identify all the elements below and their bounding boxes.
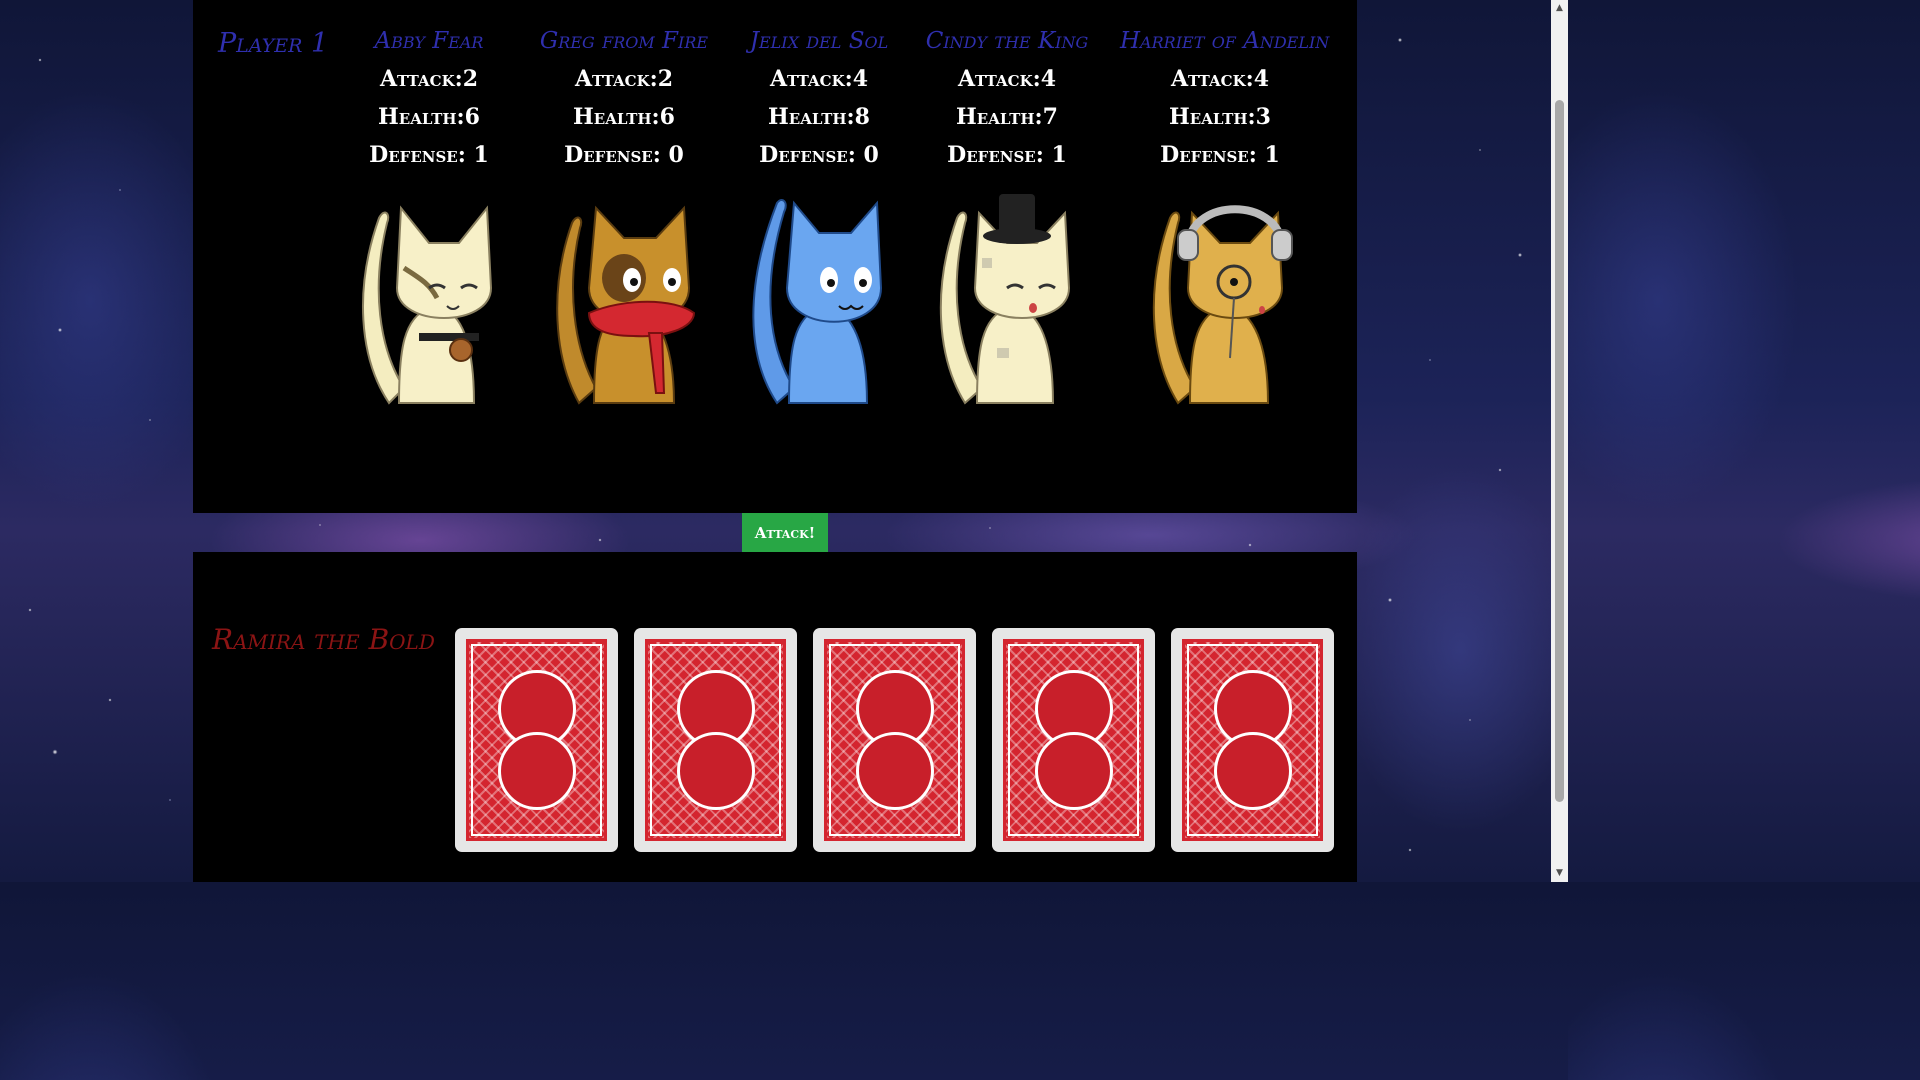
unit-name: Greg from Fire <box>539 28 709 54</box>
unit-attack: Attack:2 <box>379 66 479 92</box>
scroll-down-arrow-icon[interactable]: ▼ <box>1551 865 1568 882</box>
unit-card-abby-fear[interactable]: Abby Fear Attack:2 Health:6 Defense: 1 <box>329 22 529 413</box>
enemy-card-back[interactable] <box>455 628 618 852</box>
unit-health: Health:8 <box>768 104 870 130</box>
unit-card-harriet-of-andelin[interactable]: Harriet of Andelin Attack:4 Health:3 Def… <box>1120 22 1330 413</box>
unit-defense: Defense: 1 <box>947 142 1067 168</box>
unit-card-cindy-the-king[interactable]: Cindy the King Attack:4 Health:7 Defense… <box>907 22 1107 413</box>
orange-cat-with-red-scarf-icon[interactable] <box>544 188 704 413</box>
vertical-scrollbar[interactable]: ▲ ▼ <box>1551 0 1568 882</box>
unit-card-jelix-del-sol[interactable]: Jelix del Sol Attack:4 Health:8 Defense:… <box>719 22 919 413</box>
unit-card-greg-from-fire[interactable]: Greg from Fire Attack:2 Health:6 Defense… <box>524 22 724 413</box>
unit-health: Health:3 <box>1169 104 1271 130</box>
unit-defense: Defense: 0 <box>759 142 879 168</box>
enemy-card-back[interactable] <box>634 628 797 852</box>
blue-cat-icon[interactable] <box>739 188 899 413</box>
card-back-icon <box>466 639 607 841</box>
unit-attack: Attack:2 <box>574 66 674 92</box>
unit-name: Cindy the King <box>925 28 1089 54</box>
attack-button[interactable]: Attack! <box>742 513 828 552</box>
unit-attack: Attack:4 <box>1170 66 1270 92</box>
orange-cat-with-headphones-and-monocle-icon[interactable] <box>1140 188 1300 413</box>
unit-defense: Defense: 1 <box>1160 142 1280 168</box>
unit-health: Health:6 <box>573 104 675 130</box>
player-label: Player 1 <box>218 28 329 59</box>
cream-cat-with-top-hat-icon[interactable] <box>927 188 1087 413</box>
unit-name: Abby Fear <box>374 28 484 54</box>
unit-defense: Defense: 0 <box>564 142 684 168</box>
scrollbar-thumb[interactable] <box>1555 100 1564 802</box>
unit-defense: Defense: 1 <box>369 142 489 168</box>
unit-attack: Attack:4 <box>957 66 1057 92</box>
cream-tabby-cat-with-bell-collar-icon[interactable] <box>349 188 509 413</box>
scroll-up-arrow-icon[interactable]: ▲ <box>1551 0 1568 17</box>
card-back-icon <box>1182 639 1323 841</box>
unit-health: Health:7 <box>956 104 1058 130</box>
unit-attack: Attack:4 <box>769 66 869 92</box>
enemy-card-back[interactable] <box>813 628 976 852</box>
unit-health: Health:6 <box>378 104 480 130</box>
enemy-card-back[interactable] <box>992 628 1155 852</box>
enemy-card-back[interactable] <box>1171 628 1334 852</box>
unit-name: Harriet of Andelin <box>1120 28 1330 54</box>
card-back-icon <box>645 639 786 841</box>
enemy-name: Ramira the Bold <box>212 623 435 656</box>
unit-name: Jelix del Sol <box>749 28 889 54</box>
card-back-icon <box>1003 639 1144 841</box>
card-back-icon <box>824 639 965 841</box>
